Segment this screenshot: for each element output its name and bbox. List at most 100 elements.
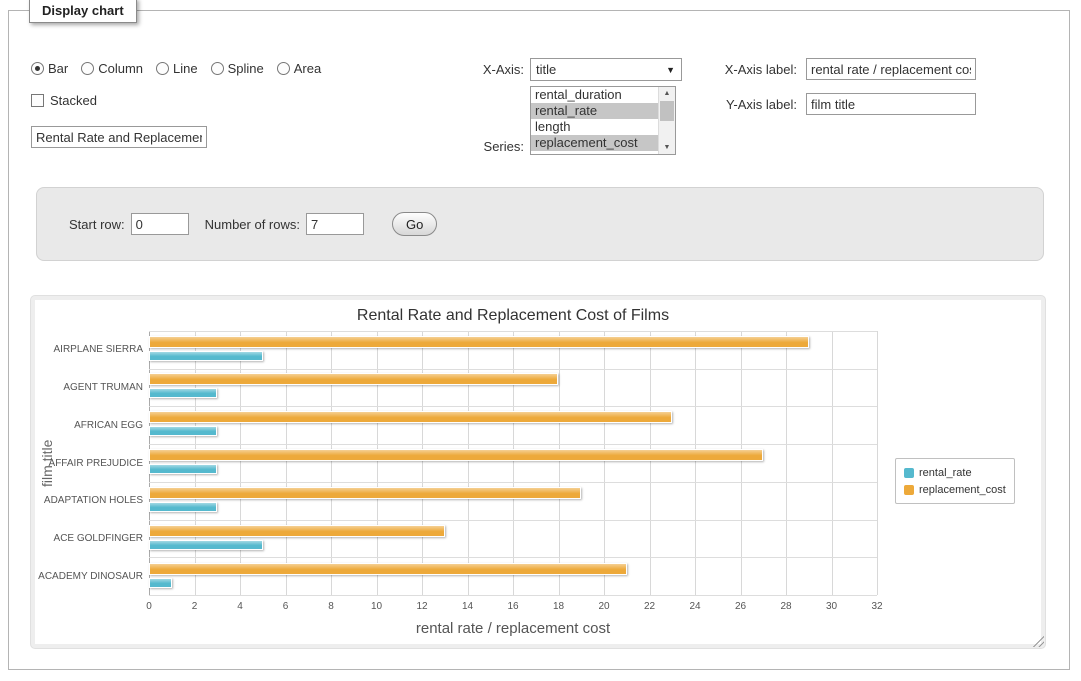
series-options-container: rental_durationrental_ratelengthreplacem…: [531, 87, 675, 151]
display-chart-panel: Display chart BarColumnLineSplineArea St…: [8, 10, 1070, 670]
chart-type-radio-line[interactable]: Line: [156, 61, 198, 76]
legend-swatch-icon: [904, 485, 914, 495]
gridline-vertical: [286, 331, 287, 595]
chart-x-axis-title: rental rate / replacement cost: [149, 620, 877, 637]
series-option-rental_duration[interactable]: rental_duration: [531, 87, 658, 103]
gridline-vertical: [877, 331, 878, 595]
category-label: ACE GOLDFINGER: [35, 520, 143, 558]
gridline-horizontal: [149, 557, 877, 558]
legend-swatch-icon: [904, 468, 914, 478]
chart: Rental Rate and Replacement Cost of Film…: [35, 300, 1041, 644]
chart-type-radio-area[interactable]: Area: [277, 61, 321, 76]
series-option-length[interactable]: length: [531, 119, 658, 135]
bar-replacement_cost: [149, 563, 627, 575]
bar-rental_rate: [149, 578, 172, 588]
start-row-label: Start row:: [69, 217, 125, 232]
radio-icon[interactable]: [277, 62, 290, 75]
x-tick-label: 18: [553, 601, 564, 612]
legend-item-replacement_cost[interactable]: replacement_cost: [904, 481, 1006, 498]
x-tick-label: 30: [826, 601, 837, 612]
chart-type-radios: Bar Column Line Spline Area: [31, 61, 321, 76]
series-select-label: Series:: [409, 139, 524, 154]
gridline-vertical: [695, 331, 696, 595]
panel-legend: Display chart: [29, 0, 137, 23]
gridline-vertical: [513, 331, 514, 595]
bar-rental_rate: [149, 464, 217, 474]
series-multiselect[interactable]: rental_durationrental_ratelengthreplacem…: [530, 86, 676, 155]
category-label: AFFAIR PREJUDICE: [35, 445, 143, 483]
chart-title-input[interactable]: [31, 126, 207, 148]
x-axis-label-input[interactable]: [806, 58, 976, 80]
gridline-vertical: [377, 331, 378, 595]
y-axis-label-field-label: Y-Axis label:: [659, 97, 797, 112]
radio-icon[interactable]: [211, 62, 224, 75]
radio-icon[interactable]: [81, 62, 94, 75]
radio-label: Line: [173, 61, 198, 76]
gridline-vertical: [149, 331, 150, 595]
bar-rental_rate: [149, 388, 217, 398]
gridline-horizontal: [149, 482, 877, 483]
x-tick-label: 16: [507, 601, 518, 612]
x-tick-label: 10: [371, 601, 382, 612]
x-tick-label: 20: [598, 601, 609, 612]
chart-plot-area: [149, 331, 877, 596]
bar-rental_rate: [149, 540, 263, 550]
gridline-vertical: [832, 331, 833, 595]
chart-type-radio-column[interactable]: Column: [81, 61, 143, 76]
bar-replacement_cost: [149, 411, 672, 423]
bar-rental_rate: [149, 502, 217, 512]
gridline-vertical: [422, 331, 423, 595]
bar-replacement_cost: [149, 373, 558, 385]
radio-icon[interactable]: [156, 62, 169, 75]
x-axis-label-field-label: X-Axis label:: [659, 62, 797, 77]
series-scrollbar[interactable]: ▲ ▼: [658, 87, 675, 154]
radio-label: Column: [98, 61, 143, 76]
bar-replacement_cost: [149, 525, 445, 537]
legend-item-rental_rate[interactable]: rental_rate: [904, 464, 1006, 481]
category-label: ACADEMY DINOSAUR: [35, 558, 143, 596]
chart-type-radio-spline[interactable]: Spline: [211, 61, 264, 76]
gridline-vertical: [195, 331, 196, 595]
x-tick-label: 0: [146, 601, 152, 612]
scroll-up-icon[interactable]: ▲: [659, 87, 675, 100]
x-axis-select-label: X-Axis:: [409, 62, 524, 77]
legend-label: replacement_cost: [919, 484, 1006, 496]
gridline-vertical: [559, 331, 560, 595]
stacked-row: Stacked: [31, 93, 97, 108]
radio-label: Spline: [228, 61, 264, 76]
bar-replacement_cost: [149, 336, 809, 348]
gridline-horizontal: [149, 406, 877, 407]
chart-container: Rental Rate and Replacement Cost of Film…: [30, 295, 1046, 649]
x-tick-label: 32: [871, 601, 882, 612]
series-option-rental_rate[interactable]: rental_rate: [531, 103, 658, 119]
bar-replacement_cost: [149, 487, 581, 499]
y-axis-label-input[interactable]: [806, 93, 976, 115]
scrollbar-thumb[interactable]: [660, 101, 674, 121]
gridline-horizontal: [149, 331, 877, 332]
gridline-horizontal: [149, 520, 877, 521]
legend-label: rental_rate: [919, 467, 972, 479]
scroll-down-icon[interactable]: ▼: [659, 141, 675, 154]
x-tick-label: 12: [416, 601, 427, 612]
chart-legend: rental_rate replacement_cost: [895, 458, 1015, 504]
chart-type-radio-bar[interactable]: Bar: [31, 61, 68, 76]
bar-rental_rate: [149, 351, 263, 361]
x-tick-label: 22: [644, 601, 655, 612]
category-label: AFRICAN EGG: [35, 407, 143, 445]
gridline-horizontal: [149, 369, 877, 370]
num-rows-label: Number of rows:: [205, 217, 300, 232]
start-row-input[interactable]: [131, 213, 189, 235]
x-tick-label: 14: [462, 601, 473, 612]
num-rows-input[interactable]: [306, 213, 364, 235]
series-option-replacement_cost[interactable]: replacement_cost: [531, 135, 658, 151]
stacked-checkbox[interactable]: [31, 94, 44, 107]
gridline-vertical: [240, 331, 241, 595]
radio-label: Bar: [48, 61, 68, 76]
bar-replacement_cost: [149, 449, 763, 461]
chart-title: Rental Rate and Replacement Cost of Film…: [149, 307, 877, 325]
stacked-label: Stacked: [50, 93, 97, 108]
gridline-vertical: [650, 331, 651, 595]
go-button[interactable]: Go: [392, 212, 437, 236]
bar-rental_rate: [149, 426, 217, 436]
radio-icon[interactable]: [31, 62, 44, 75]
